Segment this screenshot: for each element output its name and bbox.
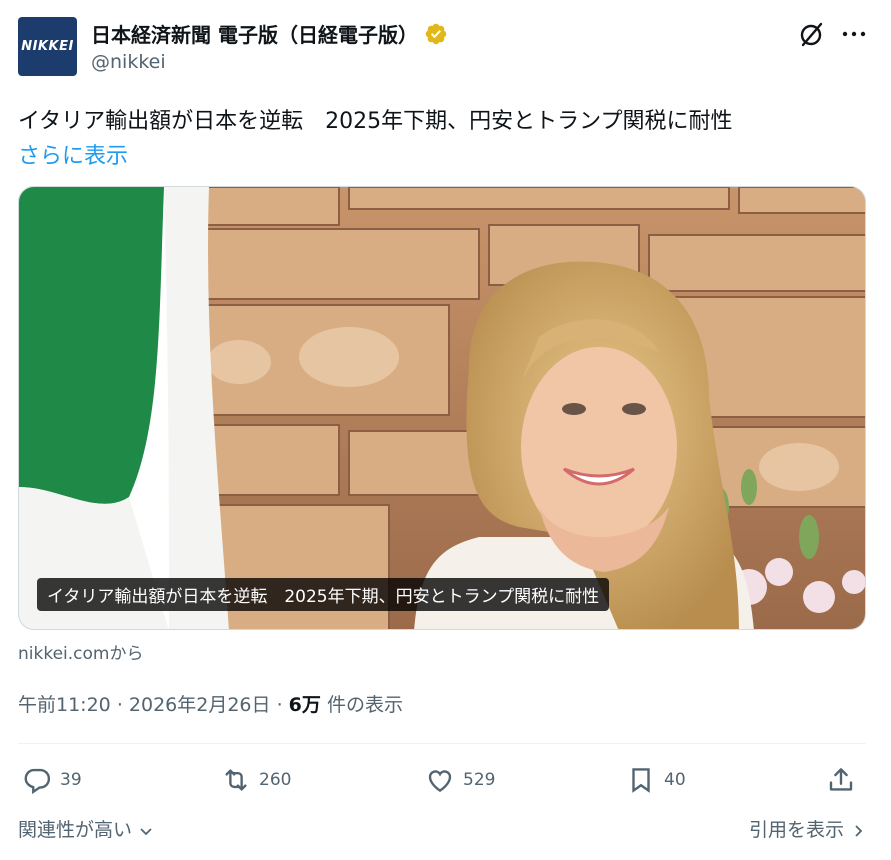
divider bbox=[18, 743, 866, 744]
post-time[interactable]: 午前11:20 bbox=[18, 694, 111, 716]
tweet-meta: 午前11:20 · 2026年2月26日 · 6万 件の表示 bbox=[18, 690, 403, 717]
more-icon[interactable] bbox=[838, 18, 870, 50]
chevron-right-icon bbox=[855, 824, 863, 837]
account-name-row: 日本経済新聞 電子版（日経電子版） bbox=[91, 19, 448, 48]
grok-icon[interactable] bbox=[796, 18, 828, 50]
views-label: 件の表示 bbox=[326, 694, 403, 716]
reply-icon bbox=[24, 768, 51, 795]
share-button[interactable] bbox=[826, 760, 864, 800]
retweet-count: 260 bbox=[259, 770, 292, 790]
bookmark-icon bbox=[632, 768, 650, 793]
like-count: 529 bbox=[463, 770, 496, 790]
media-caption: イタリア輸出額が日本を逆転 2025年下期、円安とトランプ関税に耐性 bbox=[37, 578, 610, 611]
account-handle[interactable]: @nikkei bbox=[91, 51, 166, 73]
sort-relevance-dropdown[interactable]: 関連性が高い bbox=[18, 815, 154, 842]
share-icon bbox=[829, 768, 853, 791]
show-more-link[interactable]: さらに表示 bbox=[18, 138, 128, 170]
verified-badge-icon[interactable] bbox=[424, 22, 448, 46]
retweet-icon bbox=[225, 769, 247, 791]
reply-count: 39 bbox=[60, 770, 82, 790]
avatar[interactable]: NIKKEI bbox=[18, 17, 77, 76]
meta-separator: · bbox=[116, 694, 123, 716]
view-quotes-link[interactable]: 引用を表示 bbox=[749, 815, 866, 842]
sort-label: 関連性が高い bbox=[18, 819, 133, 841]
display-name[interactable]: 日本経済新聞 電子版（日経電子版） bbox=[91, 19, 418, 48]
reply-button[interactable]: 39 bbox=[22, 760, 82, 800]
bookmark-button[interactable]: 40 bbox=[626, 760, 686, 800]
quotes-label: 引用を表示 bbox=[748, 819, 844, 841]
post-date[interactable]: 2026年2月26日 bbox=[129, 694, 271, 716]
link-source[interactable]: nikkei.comから bbox=[18, 639, 143, 664]
views-count: 6万 bbox=[288, 694, 321, 716]
bookmark-count: 40 bbox=[664, 770, 686, 790]
like-button[interactable]: 529 bbox=[425, 760, 495, 800]
tweet-text: イタリア輸出額が日本を逆転 2025年下期、円安とトランプ関税に耐性 bbox=[18, 109, 733, 134]
media-photo bbox=[19, 187, 865, 629]
avatar-logo-text: NIKKEI bbox=[21, 39, 74, 54]
meta-separator: · bbox=[276, 694, 283, 716]
retweet-button[interactable]: 260 bbox=[221, 760, 291, 800]
action-bar: 39 260 529 40 bbox=[18, 760, 866, 800]
media-card[interactable]: イタリア輸出額が日本を逆転 2025年下期、円安とトランプ関税に耐性 bbox=[18, 186, 866, 630]
chevron-down-icon bbox=[140, 827, 152, 835]
like-icon bbox=[428, 770, 452, 793]
